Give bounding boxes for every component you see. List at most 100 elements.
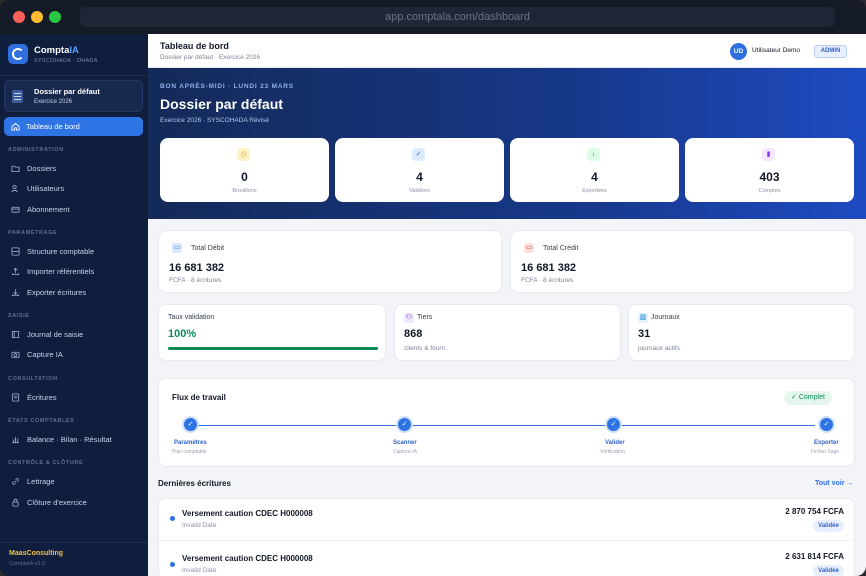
brand[interactable]: ComptaIA SYSCOHADA · OHADA (8, 43, 143, 69)
sidebar-item-export[interactable]: Exporter écritures (8, 286, 143, 300)
list-icon (11, 393, 20, 402)
sidebar-item-label: Lettrage (27, 477, 55, 486)
camera-icon (11, 351, 20, 359)
sidebar-item-label: Tableau de bord (26, 122, 80, 131)
sidebar-item-label: Dossiers (27, 164, 57, 173)
sidebar-item-dossiers[interactable]: Dossiers (8, 162, 143, 176)
step-label: Valider (605, 440, 625, 446)
status-dot-icon (170, 562, 175, 567)
stat-card-brouillons[interactable]: ◷ 0 Brouillons (160, 138, 329, 202)
card-label: Taux validation (168, 314, 215, 321)
card-subtext: FCFA · 8 écritures (521, 277, 574, 284)
step-check-icon[interactable]: ✓ (396, 416, 413, 433)
download-icon: ↓ (587, 148, 600, 161)
divider (0, 75, 148, 76)
avatar[interactable]: UD (730, 43, 747, 60)
card-value: 100% (168, 328, 197, 340)
total-debit-card: ▭ Total Débit 16 681 382 FCFA · 8 écritu… (158, 230, 502, 293)
sidebar-item-label: Exporter écritures (27, 288, 87, 297)
workflow-title: Flux de travail (172, 393, 226, 402)
bars-icon: ▮ (762, 148, 775, 161)
entry-title[interactable]: Versement caution CDEC H000008 (182, 509, 313, 518)
stat-card-exportees[interactable]: ↓ 4 Exportées (510, 138, 679, 202)
progress-fill (168, 347, 378, 350)
clock-icon: ◷ (237, 148, 250, 161)
card-label: Tiers (417, 314, 433, 321)
users-icon (11, 185, 18, 193)
section-label-consultation: CONSULTATION (8, 376, 58, 382)
page-subtitle: Dossier par défaut · Exercice 2026 (160, 54, 261, 61)
step-subtext: Plan comptable (172, 449, 207, 455)
sidebar-item-journal[interactable]: Journal de saisie (8, 328, 143, 342)
sidebar-item-label: Écritures (27, 393, 57, 402)
status-badge: ✓ Complet (784, 391, 832, 405)
sidebar-item-label: Capture IA (27, 350, 63, 359)
hero-subtitle: Exercice 2026 · SYSCOHADA Révisé (160, 117, 270, 124)
stat-card-comptes[interactable]: ▮ 403 Comptes (685, 138, 854, 202)
card-label: Journaux (651, 314, 680, 321)
stat-value: 403 (759, 170, 780, 184)
sidebar-item-label: Balance · Bilan · Résultat (27, 435, 112, 444)
status-badge: Validée (813, 520, 844, 532)
card-value: 31 (638, 328, 651, 340)
dossier-selector[interactable]: Dossier par défaut Exercice 2026 (4, 80, 143, 112)
workflow-card: Flux de travail ✓ Complet ✓ Paramètres P… (158, 378, 855, 467)
stat-label: Exportées (582, 188, 607, 194)
minimize-window-button[interactable] (31, 11, 43, 23)
sidebar-item-structure[interactable]: Structure comptable (8, 245, 143, 259)
workflow-line (191, 425, 815, 426)
main-content: Tableau de bord Dossier par défaut · Exe… (148, 34, 866, 576)
sidebar-item-dashboard[interactable]: Tableau de bord (4, 117, 143, 136)
sidebar-item-cloture[interactable]: Clôture d'exercice (8, 496, 143, 510)
sidebar-item-users[interactable]: Utilisateurs (8, 182, 143, 196)
sidebar-item-label: Journal de saisie (27, 330, 84, 339)
row-divider (159, 540, 854, 541)
close-window-button[interactable] (13, 11, 25, 23)
card-icon (11, 206, 20, 213)
divider (0, 542, 148, 543)
sidebar-item-capture[interactable]: Capture IA (8, 348, 143, 362)
app-version: ComptaIA v2.0 (9, 561, 46, 567)
link-icon (12, 478, 19, 485)
role-badge: ADMIN (814, 45, 847, 58)
company-name: MaasConsulting (9, 550, 64, 557)
address-bar[interactable]: app.comptala.com/dashboard (80, 7, 835, 27)
recent-entries-title: Dernières écritures (158, 479, 231, 488)
entry-title[interactable]: Versement caution CDEC H000008 (182, 554, 313, 563)
step-check-icon[interactable]: ✓ (818, 416, 835, 433)
sidebar-item-import[interactable]: Importer référentiels (8, 265, 143, 279)
stat-value: 4 (591, 170, 598, 184)
lock-icon (12, 498, 19, 507)
see-all-link[interactable]: Tout voir → (815, 480, 853, 487)
download-icon (11, 289, 20, 297)
card-value: 868 (404, 328, 423, 340)
tiers-card: ⚇ Tiers 868 clients & fourn. (394, 304, 621, 361)
stat-label: Validées (409, 188, 430, 194)
page-title: Tableau de bord (160, 41, 229, 51)
journaux-card: ▥ Journaux 31 journaux actifs (628, 304, 855, 361)
sidebar-item-lettrage[interactable]: Lettrage (8, 475, 143, 489)
user-name[interactable]: Utilisateur Demo (752, 47, 800, 54)
entry-date: Invalid Date (182, 567, 217, 574)
brand-subtitle: SYSCOHADA · OHADA (34, 58, 98, 64)
sidebar-item-subscription[interactable]: Abonnement (8, 203, 143, 217)
check-circle-icon: ✓ (412, 148, 425, 161)
step-label: Exporter (814, 440, 839, 446)
step-check-icon[interactable]: ✓ (605, 416, 622, 433)
recent-entries-list: Versement caution CDEC H000008 Invalid D… (158, 498, 855, 576)
document-icon (12, 90, 23, 103)
maximize-window-button[interactable] (49, 11, 61, 23)
sidebar-item-ecritures[interactable]: Écritures (8, 391, 143, 405)
step-subtext: Fichier Sage (811, 449, 840, 455)
step-check-icon[interactable]: ✓ (182, 416, 199, 433)
card-label: Total Débit (191, 245, 225, 252)
chart-icon (12, 437, 19, 444)
stat-value: 0 (241, 170, 248, 184)
sidebar-item-label: Abonnement (27, 205, 70, 214)
sidebar-item-balance[interactable]: Balance · Bilan · Résultat (8, 433, 143, 447)
greeting: BON APRÈS-MIDI · LUNDI 23 MARS (160, 83, 294, 90)
card-subtext: clients & fourn. (404, 345, 447, 352)
stat-card-validees[interactable]: ✓ 4 Validées (335, 138, 504, 202)
people-icon: ⚇ (404, 313, 414, 323)
progress-bar (168, 347, 378, 350)
